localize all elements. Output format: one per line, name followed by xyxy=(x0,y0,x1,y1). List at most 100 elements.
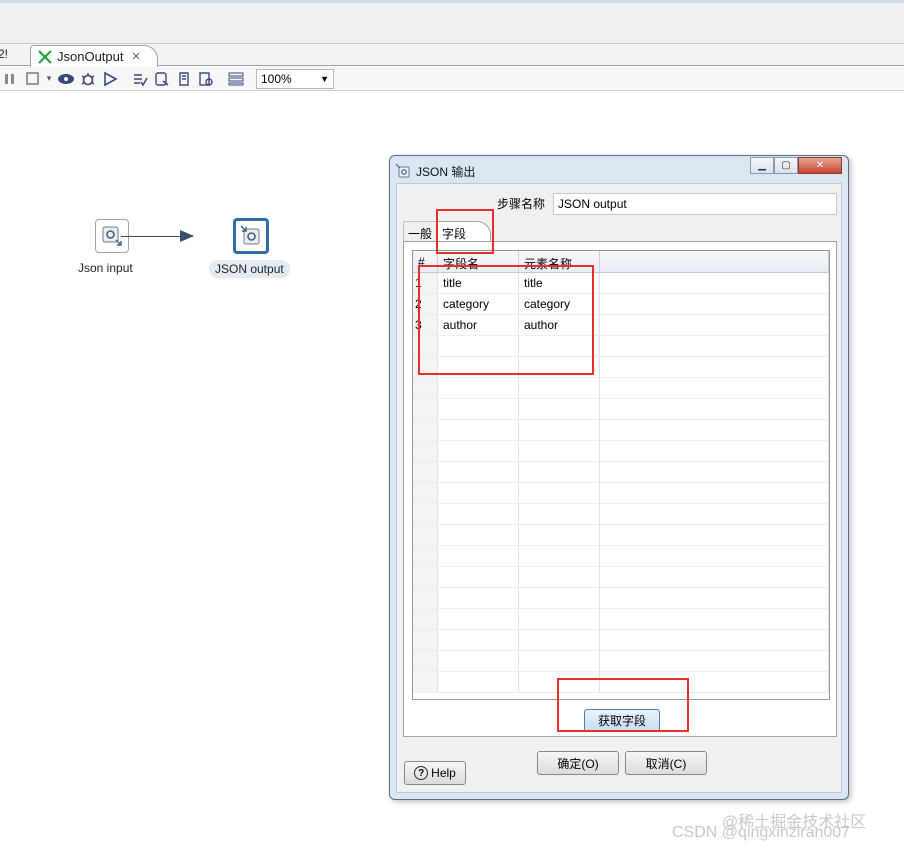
empty-cell xyxy=(438,609,519,629)
chevron-down-icon: ▼ xyxy=(320,73,329,84)
empty-cell xyxy=(600,273,829,293)
step-json-output[interactable]: JSON output xyxy=(209,218,290,278)
tab-label: JsonOutput xyxy=(57,49,124,64)
empty-table-row xyxy=(413,399,829,420)
table-row[interactable]: 2 category category xyxy=(413,294,829,315)
field-name-cell[interactable]: title xyxy=(438,273,519,293)
empty-table-row xyxy=(413,420,829,441)
table-header: # 字段名 元素名称 xyxy=(413,251,829,273)
get-fields-button[interactable]: 获取字段 xyxy=(584,709,660,732)
column-header-field-name[interactable]: 字段名 xyxy=(438,251,519,272)
empty-cell xyxy=(413,588,438,608)
zoom-value: 100% xyxy=(261,71,292,86)
dialog-title: JSON 输出 xyxy=(416,164,476,179)
maximize-icon[interactable]: ▢ xyxy=(774,157,798,174)
table-row[interactable]: 3 author author xyxy=(413,315,829,336)
help-button[interactable]: ? Help xyxy=(404,761,466,785)
sql-icon[interactable] xyxy=(152,70,172,88)
empty-cell xyxy=(438,651,519,671)
empty-table-row xyxy=(413,483,829,504)
empty-cell xyxy=(413,483,438,503)
empty-cell xyxy=(600,336,829,356)
element-name-cell[interactable]: author xyxy=(519,315,600,335)
debug-bug-icon[interactable] xyxy=(78,70,98,88)
empty-cell xyxy=(413,378,438,398)
column-header-index[interactable]: # xyxy=(413,251,438,272)
explore-db-icon[interactable] xyxy=(196,70,216,88)
empty-cell xyxy=(519,399,600,419)
grid-layout-icon[interactable] xyxy=(226,70,246,88)
pause-icon[interactable] xyxy=(0,70,20,88)
empty-cell xyxy=(413,672,438,692)
empty-cell xyxy=(600,420,829,440)
empty-cell xyxy=(413,630,438,650)
empty-cell xyxy=(438,504,519,524)
empty-cell xyxy=(600,546,829,566)
empty-cell xyxy=(600,294,829,314)
step-label: Json input xyxy=(78,261,133,275)
column-header-empty xyxy=(600,251,829,272)
minimize-icon[interactable]: ▁ xyxy=(750,157,774,174)
ok-button[interactable]: 确定(O) xyxy=(537,751,619,775)
empty-cell xyxy=(519,378,600,398)
empty-cell xyxy=(600,651,829,671)
empty-cell xyxy=(600,630,829,650)
element-name-cell[interactable]: title xyxy=(519,273,600,293)
empty-table-row xyxy=(413,588,829,609)
column-header-element-name[interactable]: 元素名称 xyxy=(519,251,600,272)
field-name-cell[interactable]: category xyxy=(438,294,519,314)
empty-table-row xyxy=(413,567,829,588)
step-json-input[interactable]: Json input xyxy=(78,219,139,277)
empty-cell xyxy=(519,588,600,608)
empty-cell xyxy=(413,546,438,566)
run-play-icon[interactable] xyxy=(100,70,120,88)
empty-cell xyxy=(519,672,600,692)
empty-cell xyxy=(600,672,829,692)
preview-eye-icon[interactable] xyxy=(56,70,76,88)
empty-cell xyxy=(413,651,438,671)
json-output-icon xyxy=(396,164,410,178)
toolbar: ▾ 100% ▼ xyxy=(0,67,904,91)
row-index: 2 xyxy=(413,294,438,314)
tab-previous[interactable]: 2! xyxy=(0,47,8,61)
empty-cell xyxy=(413,525,438,545)
empty-cell xyxy=(600,483,829,503)
zoom-select[interactable]: 100% ▼ xyxy=(256,68,334,89)
field-name-cell[interactable]: author xyxy=(438,315,519,335)
empty-cell xyxy=(438,525,519,545)
step-name-input[interactable]: JSON output xyxy=(553,193,837,215)
empty-cell xyxy=(600,504,829,524)
watermark-csdn: CSDN @qingxinziran007 xyxy=(672,824,851,841)
help-label: Help xyxy=(431,766,456,780)
element-name-cell[interactable]: category xyxy=(519,294,600,314)
empty-table-row xyxy=(413,630,829,651)
empty-cell xyxy=(600,399,829,419)
empty-table-row xyxy=(413,378,829,399)
dropdown-arrow-icon[interactable]: ▾ xyxy=(44,70,54,88)
empty-cell xyxy=(413,462,438,482)
empty-table-row xyxy=(413,504,829,525)
empty-table-row xyxy=(413,336,829,357)
row-index: 1 xyxy=(413,273,438,293)
close-tab-icon[interactable]: ✕ xyxy=(132,50,141,63)
table-row[interactable]: 1 title title xyxy=(413,273,829,294)
empty-cell xyxy=(519,441,600,461)
empty-cell xyxy=(438,336,519,356)
verify-icon[interactable] xyxy=(130,70,150,88)
json-output-dialog: JSON 输出 ▁ ▢ ✕ 步骤名称 JSON output 一般 字段 # 字… xyxy=(389,155,849,800)
tab-fields[interactable]: 字段 xyxy=(437,221,492,242)
impact-icon[interactable] xyxy=(174,70,194,88)
stop-icon[interactable] xyxy=(22,70,42,88)
empty-cell xyxy=(600,462,829,482)
empty-rows xyxy=(413,336,829,693)
cancel-button[interactable]: 取消(C) xyxy=(625,751,707,775)
close-icon[interactable]: ✕ xyxy=(798,157,842,174)
empty-cell xyxy=(438,357,519,377)
empty-table-row xyxy=(413,462,829,483)
empty-cell xyxy=(438,546,519,566)
tab-jsonoutput[interactable]: JsonOutput ✕ xyxy=(30,45,158,67)
empty-cell xyxy=(413,357,438,377)
empty-cell xyxy=(413,441,438,461)
tab-general[interactable]: 一般 xyxy=(403,221,438,242)
empty-cell xyxy=(519,357,600,377)
